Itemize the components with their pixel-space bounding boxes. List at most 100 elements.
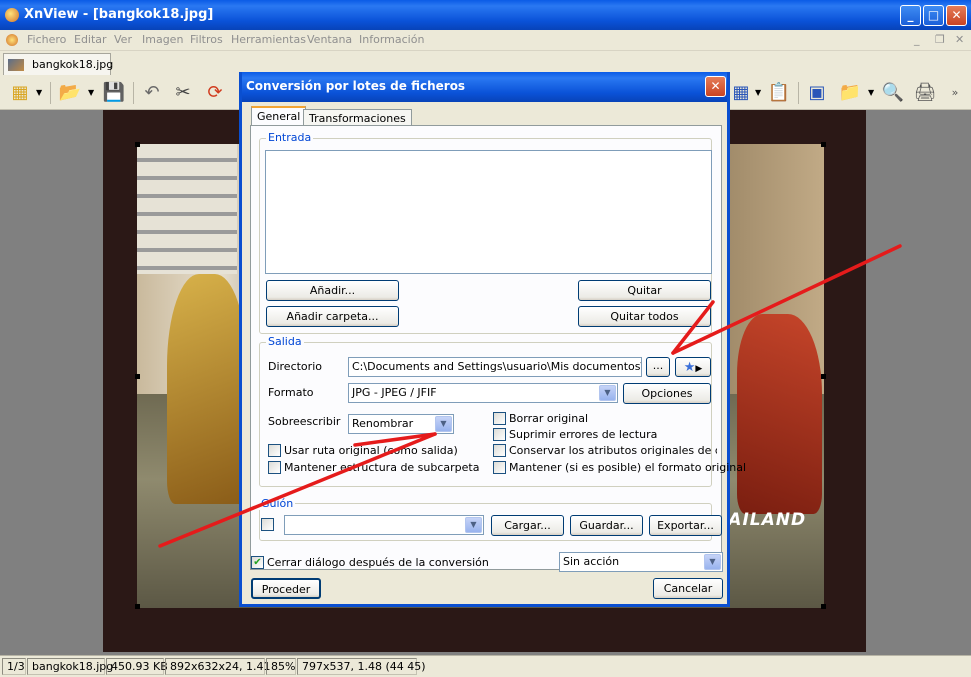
menu-filtros[interactable]: Filtros: [190, 33, 223, 46]
maximize-button[interactable]: □: [923, 5, 944, 26]
toolbar-separator: [798, 82, 799, 104]
toolbar-separator: [133, 82, 134, 104]
format-options-button[interactable]: Opciones: [623, 383, 711, 404]
status-filename: bangkok18.jpg: [27, 658, 113, 675]
delete-original-label: Borrar original: [509, 412, 589, 425]
selection-handle[interactable]: [821, 142, 826, 147]
minimize-button[interactable]: _: [900, 5, 921, 26]
add-folder-button[interactable]: Añadir carpeta...: [266, 306, 399, 327]
salida-group-label: Salida: [266, 335, 304, 348]
mdi-restore-button[interactable]: ❐: [935, 33, 945, 46]
batch-conversion-dialog: Conversión por lotes de ficheros ✕ Gener…: [239, 72, 746, 607]
view-mode-icon[interactable]: ▦: [729, 81, 753, 105]
selection-handle[interactable]: [135, 374, 140, 379]
keep-subfolder-label: Mantener estructura de subcarpeta: [284, 461, 480, 474]
fit-window-icon[interactable]: ▣: [805, 81, 829, 105]
selection-handle[interactable]: [135, 604, 140, 609]
input-file-list[interactable]: [265, 150, 712, 274]
cancel-button[interactable]: Cancelar: [653, 578, 723, 599]
remove-all-button[interactable]: Quitar todos: [578, 306, 711, 327]
cut-icon[interactable]: ✂: [171, 81, 195, 105]
directory-label: Directorio: [268, 360, 322, 373]
browser-dropdown-icon[interactable]: ▼: [36, 88, 42, 97]
undo-icon[interactable]: ↶: [140, 81, 164, 105]
export-script-button[interactable]: Exportar...: [649, 515, 722, 536]
load-script-button[interactable]: Cargar...: [491, 515, 564, 536]
selection-handle[interactable]: [821, 374, 826, 379]
use-original-path-label: Usar ruta original (como salida): [284, 444, 458, 457]
after-action-select[interactable]: Sin acción ▼: [559, 552, 723, 572]
document-menu-icon[interactable]: [6, 34, 18, 46]
format-label: Formato: [268, 386, 314, 399]
add-files-button[interactable]: Añadir...: [266, 280, 399, 301]
open-folder-icon[interactable]: 📂: [58, 81, 82, 105]
overwrite-select[interactable]: Renombrar ▼: [348, 414, 454, 434]
overwrite-value: Renombrar: [352, 417, 414, 430]
menu-informacion[interactable]: Información: [359, 33, 424, 46]
rotate-icon[interactable]: ⟳: [203, 81, 227, 105]
script-enable-checkbox[interactable]: [261, 518, 274, 531]
keep-subfolder-checkbox[interactable]: [268, 461, 281, 474]
export-dropdown-icon[interactable]: ▼: [868, 88, 874, 97]
remove-button[interactable]: Quitar: [578, 280, 711, 301]
menu-bar: Fichero Editar Ver Imagen Filtros Herram…: [0, 30, 971, 50]
proceed-button[interactable]: Proceder: [251, 578, 321, 599]
entrada-group-label: Entrada: [266, 131, 314, 144]
status-zoom: 85%: [266, 658, 296, 675]
mdi-minimize-button[interactable]: _: [914, 33, 920, 46]
favorites-button[interactable]: ★▶: [675, 357, 711, 377]
menu-fichero[interactable]: Fichero: [27, 33, 66, 46]
dialog-close-button[interactable]: ✕: [705, 76, 726, 97]
delete-original-checkbox[interactable]: [493, 412, 506, 425]
keep-attributes-label: Conservar los atributos originales de da…: [509, 444, 717, 457]
menu-imagen[interactable]: Imagen: [142, 33, 183, 46]
browse-directory-button[interactable]: ...: [646, 357, 670, 377]
photo-building: [137, 144, 237, 274]
menu-herramientas[interactable]: Herramientas: [231, 33, 306, 46]
document-tab[interactable]: bangkok18.jpg: [3, 53, 114, 75]
menu-editar[interactable]: Editar: [74, 33, 107, 46]
menu-ver[interactable]: Ver: [114, 33, 132, 46]
selection-handle[interactable]: [135, 142, 140, 147]
xnview-app-icon: [5, 8, 19, 22]
zoom-icon[interactable]: 🔍: [881, 81, 905, 105]
save-script-button[interactable]: Guardar...: [570, 515, 643, 536]
export-folder-icon[interactable]: 📁: [838, 81, 862, 105]
keep-attributes-checkbox[interactable]: [493, 444, 506, 457]
chevron-down-icon[interactable]: ▼: [704, 554, 721, 570]
toolbar-overflow-icon[interactable]: »: [943, 81, 967, 105]
close-after-conversion-label: Cerrar diálogo después de la conversión: [267, 556, 489, 569]
open-dropdown-icon[interactable]: ▼: [88, 88, 94, 97]
mdi-close-button[interactable]: ✕: [955, 33, 964, 46]
close-after-conversion-checkbox[interactable]: ✔: [251, 556, 264, 569]
after-action-value: Sin acción: [563, 555, 620, 568]
browser-icon[interactable]: ▦: [8, 81, 32, 105]
chevron-down-icon[interactable]: ▼: [465, 517, 482, 533]
keep-format-label: Mantener (si es posible) el formato orig…: [509, 461, 747, 474]
status-filesize: 450.93 KB: [106, 658, 168, 675]
status-bar: 1/3 bangkok18.jpg 450.93 KB 892x632x24, …: [0, 655, 971, 677]
script-select[interactable]: ▼: [284, 515, 484, 535]
use-original-path-checkbox[interactable]: [268, 444, 281, 457]
chevron-down-icon[interactable]: ▼: [435, 416, 452, 432]
menu-ventana[interactable]: Ventana: [307, 33, 352, 46]
window-title-bar: XnView - [bangkok18.jpg] _ □ ✕: [0, 0, 971, 30]
document-tab-label: bangkok18.jpg: [32, 58, 114, 71]
chevron-right-icon: ▶: [695, 364, 703, 374]
suppress-errors-checkbox[interactable]: [493, 428, 506, 441]
keep-format-checkbox[interactable]: [493, 461, 506, 474]
chevron-down-icon[interactable]: ▼: [599, 385, 616, 401]
view-mode-dropdown-icon[interactable]: ▼: [755, 88, 761, 97]
format-value: JPG - JPEG / JFIF: [352, 386, 437, 399]
clipboard-icon[interactable]: 📋: [767, 81, 791, 105]
save-icon[interactable]: 💾: [102, 81, 126, 105]
close-button[interactable]: ✕: [946, 5, 967, 26]
window-title: XnView - [bangkok18.jpg]: [24, 7, 214, 22]
output-directory-field[interactable]: C:\Documents and Settings\usuario\Mis do…: [348, 357, 642, 377]
status-view-size: 797x537, 1.48 (44 45): [297, 658, 426, 675]
print-icon[interactable]: 🖨: [913, 81, 937, 105]
selection-handle[interactable]: [821, 604, 826, 609]
dialog-title: Conversión por lotes de ficheros: [246, 79, 466, 93]
format-select[interactable]: JPG - JPEG / JFIF ▼: [348, 383, 618, 403]
dialog-title-bar[interactable]: Conversión por lotes de ficheros ✕: [242, 72, 727, 102]
